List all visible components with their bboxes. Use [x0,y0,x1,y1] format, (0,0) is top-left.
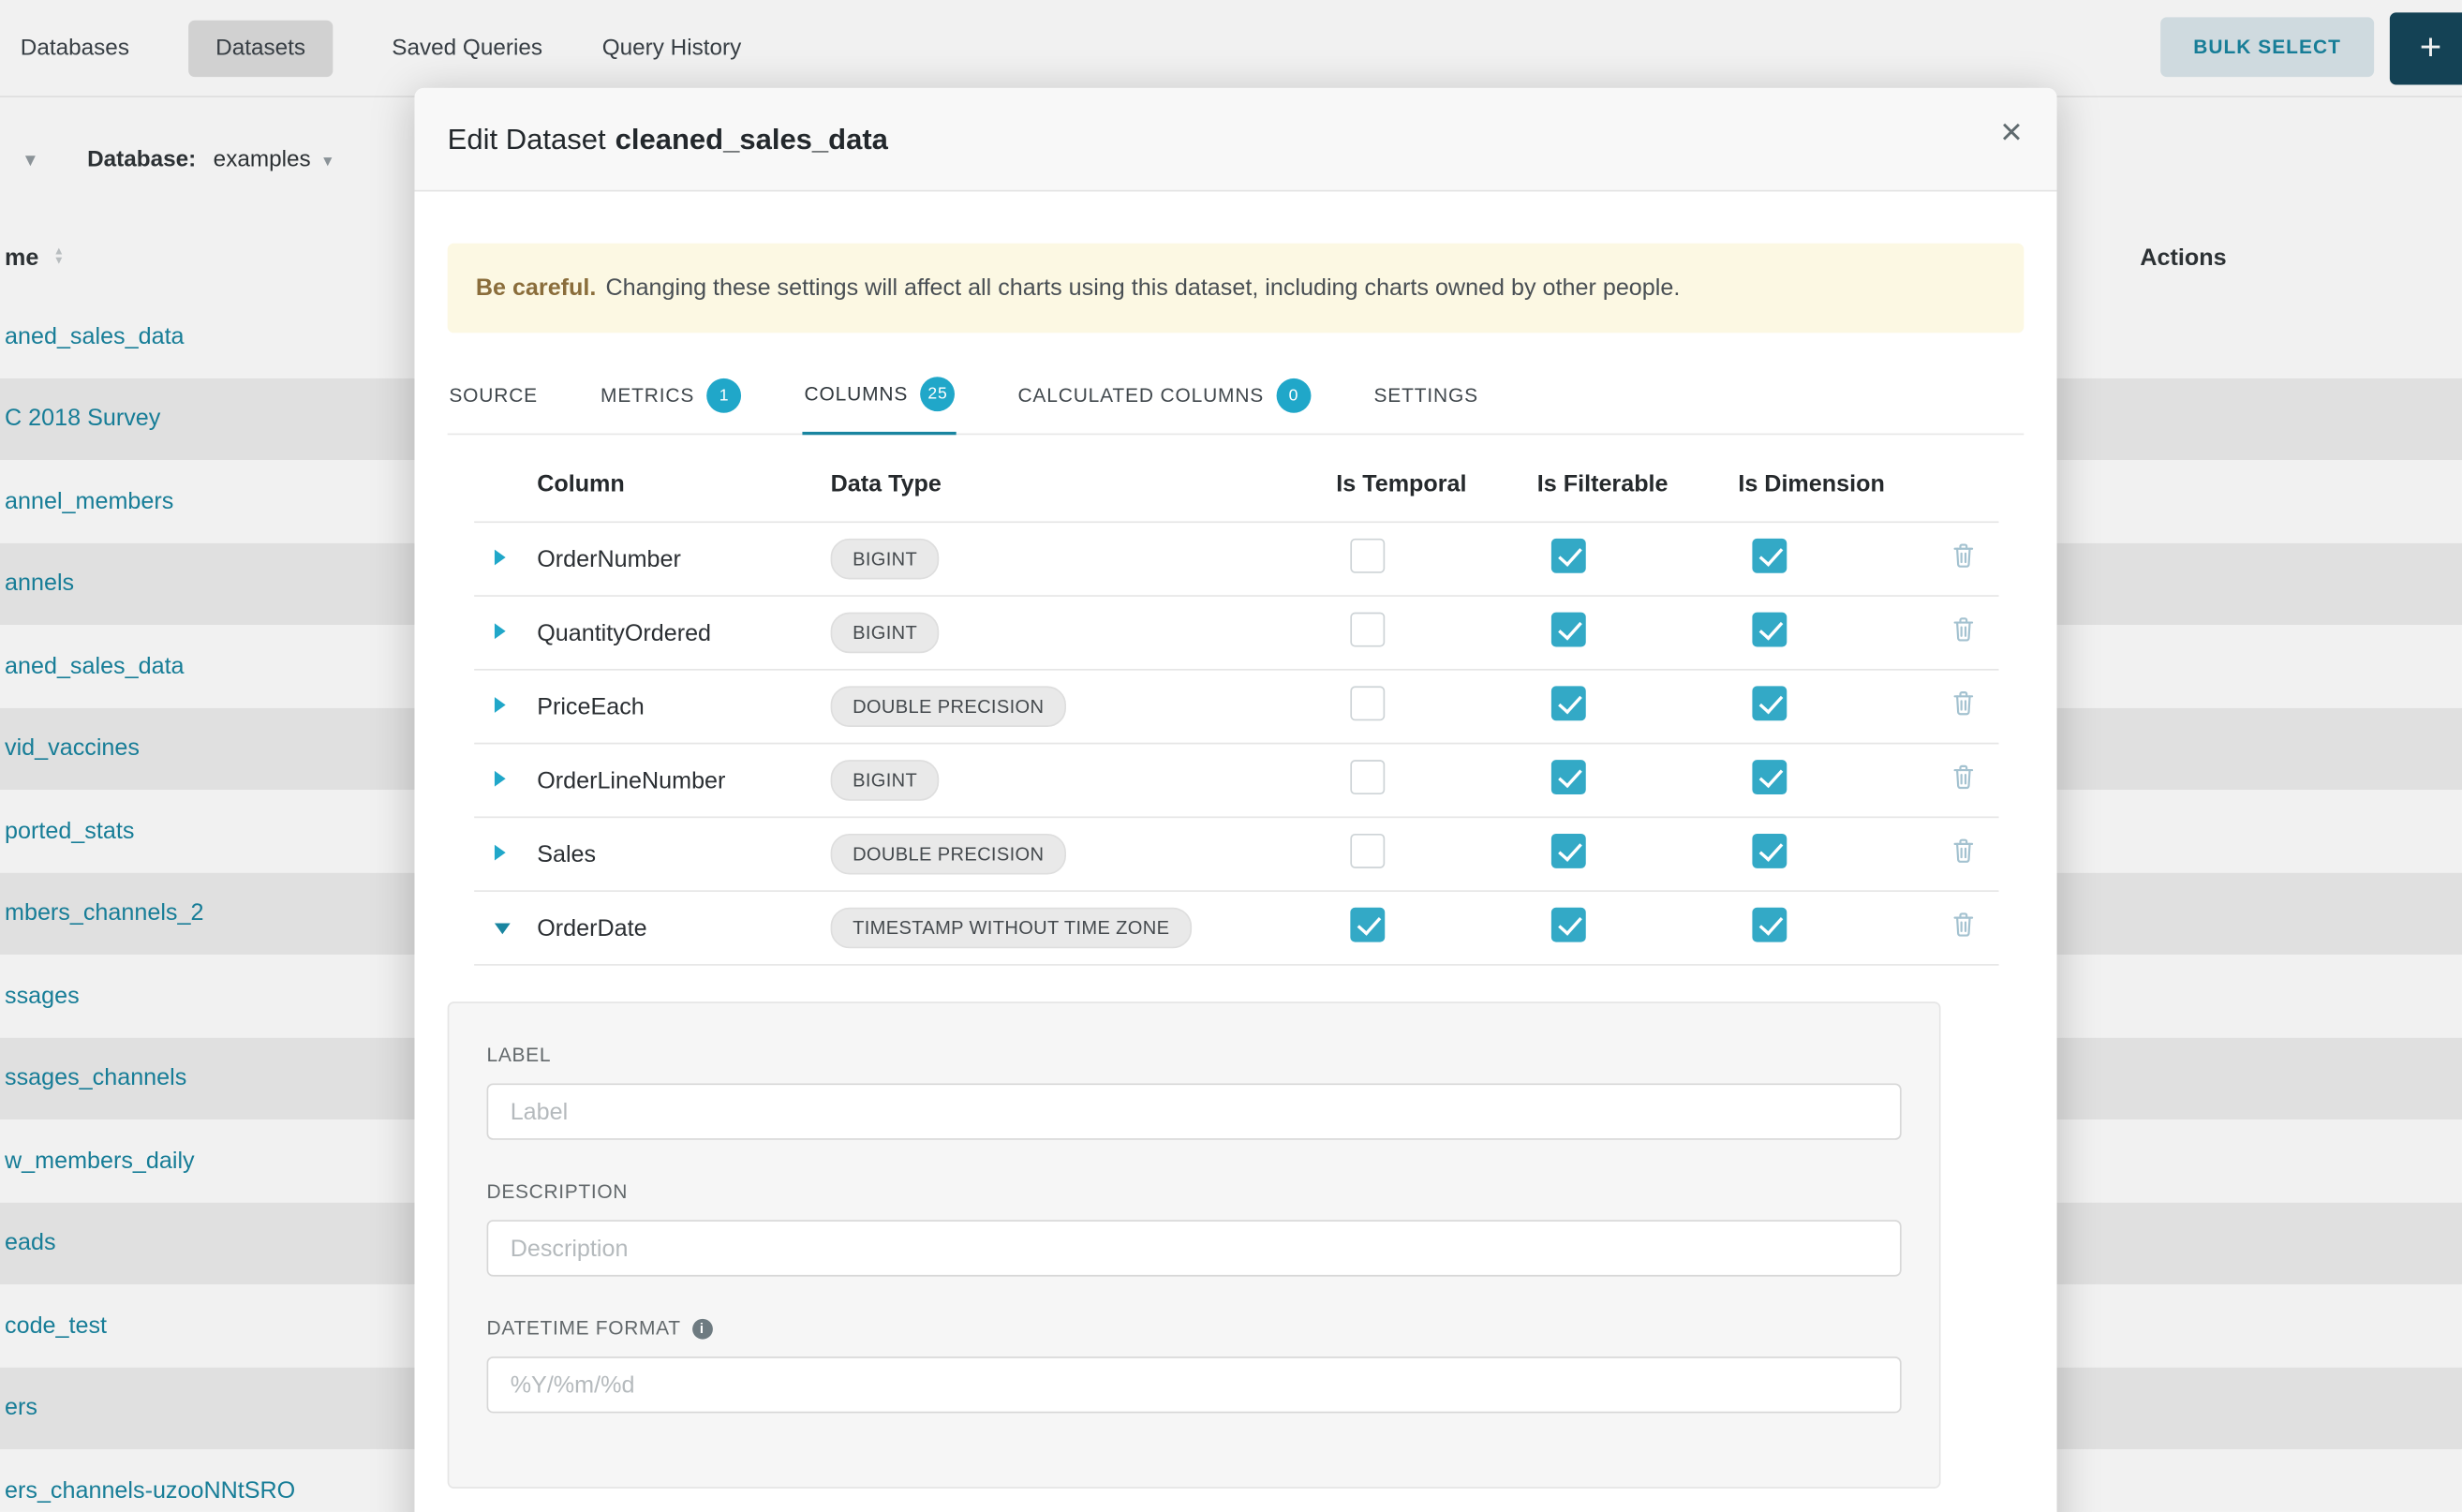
calculated-columns-count-badge: 0 [1277,378,1312,413]
column-name: OrderDate [537,914,830,941]
is-dimension-checkbox[interactable] [1752,538,1787,572]
datetime-format-field-label: DATETIME FORMAT i [487,1317,1902,1339]
is-temporal-checkbox[interactable] [1350,538,1385,572]
header-is-dimension: Is Dimension [1738,471,1951,522]
is-dimension-checkbox[interactable] [1752,612,1787,646]
metrics-count-badge: 1 [707,378,742,413]
warning-text: Changing these settings will affect all … [605,274,1680,301]
column-editor-panel: LABEL DESCRIPTION DATETIME FORMAT i [448,1001,1941,1489]
header-is-filterable: Is Filterable [1537,471,1739,522]
is-dimension-checkbox[interactable] [1752,759,1787,793]
columns-table: Column Data Type Is Temporal Is Filterab… [474,435,1998,965]
data-type-pill: BIGINT [831,613,940,654]
is-filterable-checkbox[interactable] [1551,686,1586,720]
column-row: OrderDate TIMESTAMP WITHOUT TIME ZONE [474,892,1998,966]
data-type-pill: BIGINT [831,539,940,580]
data-type-pill: DOUBLE PRECISION [831,686,1066,727]
tab-metrics[interactable]: METRICS 1 [599,358,743,435]
is-filterable-checkbox[interactable] [1551,538,1586,572]
datetime-format-input[interactable] [487,1356,1902,1413]
tab-source[interactable]: SOURCE [448,358,540,435]
is-dimension-checkbox[interactable] [1752,833,1787,867]
column-row: QuantityOrdered BIGINT [474,597,1998,671]
column-row: Sales DOUBLE PRECISION [474,818,1998,892]
is-filterable-checkbox[interactable] [1551,759,1586,793]
modal-title: Edit Datasetcleaned_sales_data [448,122,888,156]
column-row: OrderLineNumber BIGINT [474,744,1998,818]
warning-bold: Be careful. [476,274,597,301]
close-icon[interactable]: × [2000,114,2022,152]
dataset-name: cleaned_sales_data [616,122,888,155]
delete-column-icon[interactable] [1951,837,1975,863]
delete-column-icon[interactable] [1951,763,1975,790]
is-filterable-checkbox[interactable] [1551,612,1586,646]
header-column: Column [537,471,830,522]
modal-header: Edit Datasetcleaned_sales_data × [414,88,2056,192]
column-row: PriceEach DOUBLE PRECISION [474,671,1998,745]
collapse-caret-icon[interactable] [495,923,511,934]
screen: Databases Datasets Saved Queries Query H… [0,0,2462,1512]
delete-column-icon[interactable] [1951,615,1975,642]
info-icon[interactable]: i [691,1318,712,1339]
modal-tabs: SOURCE METRICS 1 COLUMNS 25 CALCULATED C… [448,358,2024,435]
column-name: PriceEach [537,693,830,719]
is-temporal-checkbox[interactable] [1350,759,1385,793]
is-temporal-checkbox[interactable] [1350,833,1385,867]
delete-column-icon[interactable] [1951,689,1975,716]
columns-count-badge: 25 [921,377,956,411]
is-filterable-checkbox[interactable] [1551,907,1586,941]
tab-columns[interactable]: COLUMNS 25 [803,358,957,435]
columns-table-header: Column Data Type Is Temporal Is Filterab… [474,435,1998,523]
column-name: Sales [537,840,830,867]
column-name: OrderLineNumber [537,767,830,793]
is-filterable-checkbox[interactable] [1551,833,1586,867]
tab-calculated-columns[interactable]: CALCULATED COLUMNS 0 [1016,358,1313,435]
data-type-pill: DOUBLE PRECISION [831,834,1066,875]
description-input[interactable] [487,1220,1902,1276]
is-temporal-checkbox[interactable] [1350,686,1385,720]
expand-caret-icon[interactable] [495,697,506,713]
is-dimension-checkbox[interactable] [1752,686,1787,720]
data-type-pill: BIGINT [831,760,940,801]
description-field-label: DESCRIPTION [487,1180,1902,1202]
delete-column-icon[interactable] [1951,911,1975,937]
is-temporal-checkbox[interactable] [1350,612,1385,646]
label-input[interactable] [487,1083,1902,1139]
expand-caret-icon[interactable] [495,550,506,566]
expand-caret-icon[interactable] [495,623,506,639]
warning-banner: Be careful. Changing these settings will… [448,244,2024,334]
column-name: QuantityOrdered [537,619,830,645]
tab-settings[interactable]: SETTINGS [1372,358,1480,435]
delete-column-icon[interactable] [1951,541,1975,568]
expand-caret-icon[interactable] [495,845,506,861]
edit-dataset-modal: Edit Datasetcleaned_sales_data × Be care… [414,88,2056,1512]
is-dimension-checkbox[interactable] [1752,907,1787,941]
column-row: OrderNumber BIGINT [474,523,1998,597]
data-type-pill: TIMESTAMP WITHOUT TIME ZONE [831,908,1192,949]
column-name: OrderNumber [537,545,830,571]
is-temporal-checkbox[interactable] [1350,907,1385,941]
label-field-label: LABEL [487,1045,1902,1066]
modal-body: Be careful. Changing these settings will… [414,244,2056,1489]
header-is-temporal: Is Temporal [1336,471,1537,522]
header-data-type: Data Type [831,471,1337,522]
expand-caret-icon[interactable] [495,771,506,787]
